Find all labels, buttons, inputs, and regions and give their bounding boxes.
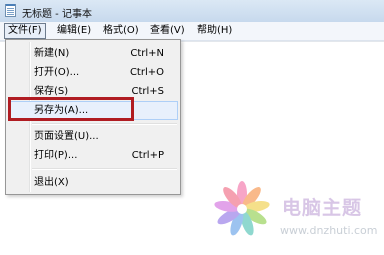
menu-item-shortcut: Ctrl+O — [129, 67, 164, 78]
menu-item-shortcut: Ctrl+P — [131, 150, 164, 161]
menu-file[interactable]: 文件(F) — [4, 23, 46, 39]
flower-logo-icon — [214, 181, 270, 236]
menu-item-label: 页面设置(U)... — [34, 131, 99, 142]
menu-item-print[interactable]: 打印(P)... Ctrl+P — [8, 146, 178, 165]
title-bar: 无标题 - 记事本 — [0, 0, 384, 22]
menu-edit[interactable]: 编辑(E) — [54, 23, 94, 39]
menu-item-page-setup[interactable]: 页面设置(U)... — [8, 127, 178, 146]
menu-format[interactable]: 格式(O) — [100, 23, 142, 39]
menu-item-open[interactable]: 打开(O)... Ctrl+O — [8, 63, 178, 82]
menu-item-exit[interactable]: 退出(X) — [8, 173, 178, 192]
menu-item-shortcut: Ctrl+S — [131, 86, 164, 97]
menu-item-label: 打开(O)... — [34, 67, 80, 78]
menu-separator — [32, 168, 177, 170]
watermark: 电脑主题 www.dnzhuti.com — [210, 180, 384, 240]
menu-separator — [32, 123, 177, 125]
menu-item-label: 退出(X) — [34, 177, 69, 188]
menu-item-label: 新建(N) — [34, 48, 70, 59]
menu-view[interactable]: 查看(V) — [147, 23, 188, 39]
notepad-icon — [5, 4, 16, 17]
menu-item-shortcut: Ctrl+N — [130, 48, 164, 59]
highlight-annotation-box — [8, 97, 134, 121]
menu-item-new[interactable]: 新建(N) Ctrl+N — [8, 44, 178, 63]
window-title: 无标题 - 记事本 — [22, 9, 92, 20]
menu-item-label: 打印(P)... — [34, 150, 78, 161]
watermark-brand-text: 电脑主题 — [282, 197, 363, 219]
menu-help[interactable]: 帮助(H) — [194, 23, 235, 39]
watermark-url-text: www.dnzhuti.com — [280, 224, 378, 237]
